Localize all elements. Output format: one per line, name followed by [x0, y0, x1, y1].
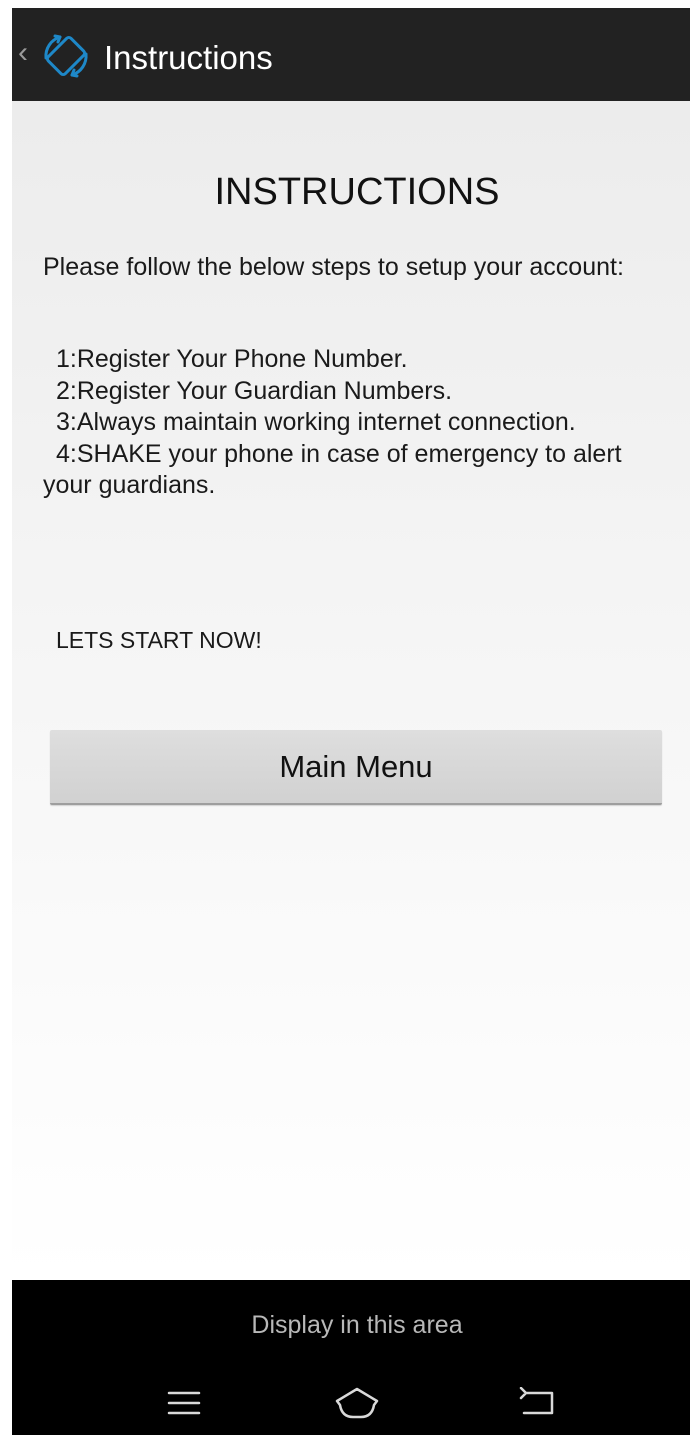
step-item: 4:SHAKE your phone in case of emergency … — [43, 439, 622, 500]
status-bar-edge — [12, 0, 690, 8]
action-bar: ‹ Instructions — [12, 8, 690, 101]
step-item: 3:Always maintain working internet conne… — [56, 408, 576, 436]
app-screen: ‹ Instructions INSTRUCTIONS Please follo… — [12, 0, 690, 1435]
screen-rotation-icon[interactable] — [38, 28, 94, 84]
menu-icon[interactable] — [154, 1378, 214, 1428]
chevron-left-icon[interactable]: ‹ — [18, 38, 28, 68]
home-icon[interactable] — [327, 1378, 387, 1428]
main-menu-button[interactable]: Main Menu — [50, 730, 662, 805]
action-bar-title: Instructions — [104, 39, 273, 76]
page-title: INSTRUCTIONS — [214, 171, 500, 213]
navigation-area: Display in this area — [12, 1280, 690, 1435]
cta-text: LETS START NOW! — [56, 627, 262, 653]
display-area-label: Display in this area — [251, 1311, 463, 1339]
step-item: 1:Register Your Phone Number. — [56, 345, 408, 373]
step-item: 2:Register Your Guardian Numbers. — [56, 376, 453, 405]
intro-text: Please follow the below steps to setup y… — [43, 253, 624, 281]
steps-list: 1:Register Your Phone Number. 2:Register… — [43, 344, 663, 502]
instructions-content: INSTRUCTIONS Please follow the below ste… — [12, 101, 690, 1280]
back-icon[interactable] — [508, 1378, 568, 1428]
